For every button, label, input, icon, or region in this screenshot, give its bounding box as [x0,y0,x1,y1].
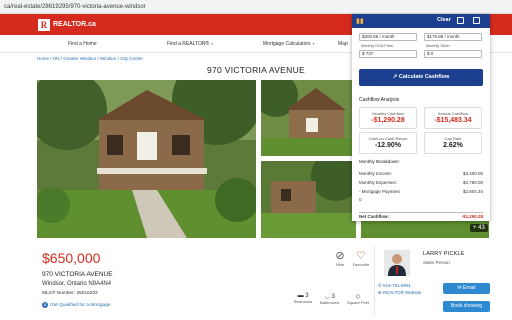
phone-label: 519-791-9691 [383,283,412,288]
metric-value: -12.90% [374,142,402,149]
divider [374,246,375,316]
breakdown-row: 0 [359,197,483,202]
listing-price: $650,000 [42,250,101,266]
nav-label: Find a REALTOR® [167,41,210,47]
stat-bedrooms: ▬ 3 Bedrooms [294,293,312,304]
calculate-cashflow-button[interactable]: ↗ Calculate Cashflow [359,69,483,86]
favourite-label: Favourite [352,262,370,267]
breakdown-row: Monthly Expenses: $4,760.00 [359,180,483,185]
metric-label: Cap Rate [444,136,462,141]
breadcrumb[interactable]: Home / ON / Greater Windsor / Windsor / … [37,56,143,61]
save-icon[interactable] [457,17,464,24]
book-showing-button[interactable]: Book showing [443,301,490,312]
breakdown-value: $4,760.00 [462,180,483,185]
hide-button[interactable]: ⊘ Hide [329,250,351,267]
website-label: REALTOR Website [383,290,422,295]
nav-label: Map [338,41,348,47]
agent-avatar[interactable] [384,250,410,276]
nav-label: Find a Home [68,41,97,47]
prequal-label: Get Qualified for a Mortgage [50,302,111,308]
hide-label: Hide [335,262,345,267]
email-button[interactable]: ✉ Email [443,283,490,294]
calculate-label: Calculate Cashflow [398,74,450,80]
cap-rate-card: Cap Rate 2.62% [424,132,482,154]
eye-off-icon: ⊘ [335,250,345,262]
agent-role: Sales Person [423,260,450,265]
cashflow-panel: ▮▮ Clear $200.56 / month $176.88 / month… [352,14,490,221]
input-top-left[interactable]: $200.56 / month [359,33,417,41]
metric-label: Annual Cashflow [437,111,469,116]
chart-logo-icon: ▮▮ [356,18,364,25]
listing-address: 970 VICTORIA AVENUE [42,271,113,278]
net-value: -$1,290.28 [461,214,483,219]
metric-value: 2.62% [443,142,463,149]
monthly-breakdown-title: Monthly Breakdown: [359,159,400,164]
monthly-cashflow-card: Monthly Cashflow -$1,290.28 [359,107,417,129]
favourite-button[interactable]: ♡ Favourite [350,250,372,267]
nav-find-realtor[interactable]: Find a REALTOR® ▾ [167,35,213,53]
breakdown-label: - Mortgage Payment [359,189,400,194]
input-top-right[interactable]: $176.88 / month [424,33,482,41]
url-bar[interactable]: ca/real-estate/28619295/970-victoria-ave… [0,0,512,14]
other-label: Monthly Other [426,44,450,48]
agent-name[interactable]: LARRY PICKLE [423,251,465,257]
trend-icon: ↗ [392,74,398,80]
agent-phone-link[interactable]: ✆ 519-791-9691 [378,283,411,289]
main-photo[interactable] [37,80,256,238]
dollar-icon: $ [42,302,48,308]
stat-bathrooms: ◡ 3 Bathrooms [320,293,339,305]
logo-text: REALTOR.ca [53,21,96,28]
breakdown-label: Monthly Expenses: [359,180,398,185]
metric-value: -$15,483.34 [434,117,472,124]
heart-icon: ♡ [356,250,366,262]
clear-button[interactable]: Clear [437,17,451,23]
logo-mark: R [38,18,50,31]
photo-tile[interactable] [261,161,356,238]
agent-website-link[interactable]: ⊕ REALTOR Website [378,290,421,296]
metric-label: Cash-on-Cash Return [368,136,408,141]
breakdown-value: $2,604.34 [462,189,483,194]
hoa-label: Monthly HOA Fees [361,44,393,48]
breakdown-row: - Mortgage Payment $2,604.34 [359,189,483,194]
nav-map[interactable]: Map [338,35,348,53]
nav-mortgage-calculators[interactable]: Mortgage Calculators ▾ [263,35,315,53]
breakdown-row: Monthly Income: $3,400.00 [359,171,483,176]
email-label: Email [463,285,476,291]
photo-count-badge[interactable]: + 43 [470,224,488,232]
divider [359,212,483,213]
chevron-down-icon: ▾ [211,41,214,46]
metric-value: -$1,290.28 [371,117,405,124]
chevron-down-icon: ▾ [312,41,315,46]
cashflow-analysis-title: Cashflow Analysis [359,97,400,103]
stat-square-feet: ◇ Square Feet [347,293,369,305]
monthly-other-input[interactable]: $ 0 [424,50,482,58]
stat-label: Bathrooms [320,300,340,305]
listing-city: Windsor, Ontario N9A4N4 [42,281,112,287]
nav-label: Mortgage Calculators [263,41,311,47]
photo-tile[interactable] [261,80,356,156]
realtor-logo[interactable]: R REALTOR.ca [38,18,96,31]
folder-icon[interactable] [473,17,480,24]
nav-find-home[interactable]: Find a Home [68,35,97,53]
stat-label: Square Feet [347,300,370,305]
annual-cashflow-card: Annual Cashflow -$15,483.34 [424,107,482,129]
breakdown-value: $3,400.00 [462,171,483,176]
panel-header: ▮▮ Clear [352,14,490,28]
metric-label: Monthly Cashflow [372,111,404,116]
net-label: Net Cashflow: [359,214,390,219]
mortgage-prequal-link[interactable]: $ Get Qualified for a Mortgage [42,302,111,308]
net-cashflow-row: Net Cashflow: -$1,290.28 [359,214,483,219]
cash-on-cash-card: Cash-on-Cash Return -12.90% [359,132,417,154]
hoa-fees-input[interactable]: $ 737 [359,50,417,58]
breakdown-label: 0 [359,197,362,202]
stat-label: Bedrooms [294,299,313,304]
mls-number: MLS® Number: 25016202 [42,291,98,296]
breakdown-label: Monthly Income: [359,171,393,176]
